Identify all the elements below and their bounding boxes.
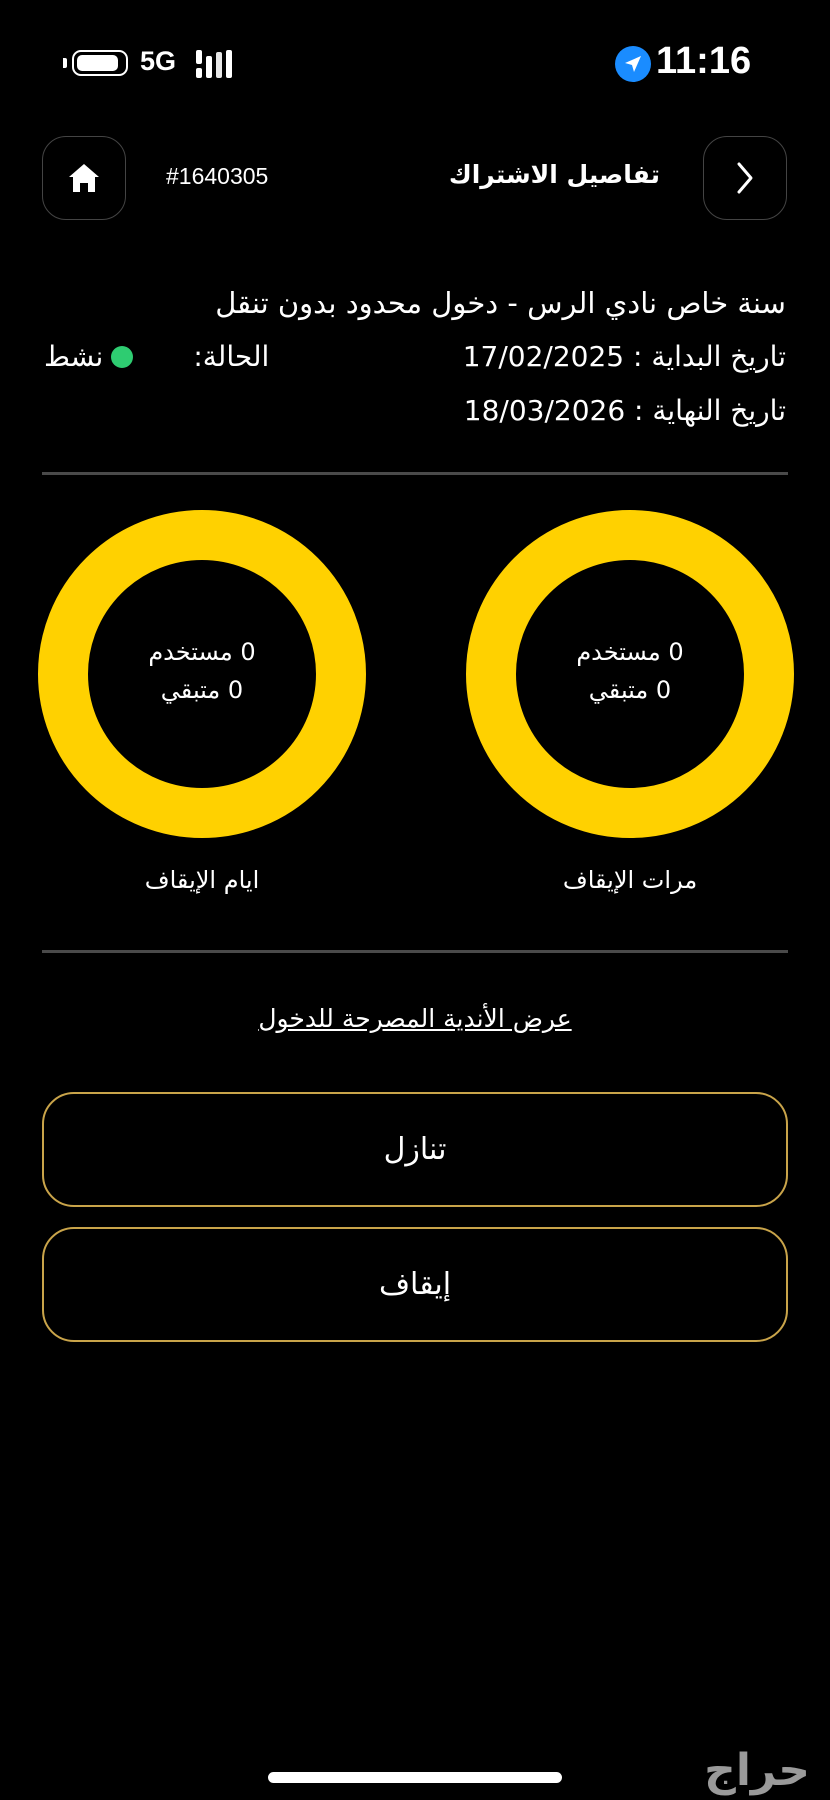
transfer-button[interactable]: تنازل xyxy=(42,1092,788,1207)
freeze-times-label: مرات الإيقاف xyxy=(562,866,698,894)
clock: 11:16 xyxy=(656,40,752,82)
plan-name: سنة خاص نادي الرس - دخول محدود بدون تنقل xyxy=(215,286,786,320)
subscription-number: #1640305 xyxy=(166,163,269,189)
chevron-right-icon xyxy=(737,162,753,194)
home-icon xyxy=(69,164,99,192)
signal-icon xyxy=(196,50,238,78)
battery-tip xyxy=(63,58,67,68)
page-title: تفاصيل الاشتراك xyxy=(448,160,660,189)
start-date-label: تاريخ البداية : xyxy=(633,340,786,373)
location-arrow-icon xyxy=(615,46,651,82)
end-date-label: تاريخ النهاية : xyxy=(634,394,786,427)
freeze-times-values: 0 مستخدم 0 متبقي xyxy=(466,633,794,709)
freeze-times-used: 0 مستخدم xyxy=(576,638,684,666)
freeze-days-label: ايام الإيقاف xyxy=(144,866,260,894)
start-date-value: 17/02/2025 xyxy=(462,340,625,373)
divider xyxy=(42,472,788,475)
status-dot-icon xyxy=(111,345,134,368)
back-button[interactable] xyxy=(703,136,787,220)
status-label: الحالة: xyxy=(193,340,270,373)
end-date-row: تاريخ النهاية : 18/03/2026 xyxy=(464,394,786,427)
watermark-logo: حراج xyxy=(704,1745,810,1796)
start-date-row: تاريخ البداية : 17/02/2025 xyxy=(463,340,786,373)
allowed-clubs-link[interactable]: عرض الأندية المصرحة للدخول xyxy=(0,1004,830,1033)
home-button[interactable] xyxy=(42,136,126,220)
freeze-times-remaining: 0 متبقي xyxy=(588,676,672,704)
freeze-days-remaining: 0 متبقي xyxy=(160,676,244,704)
status-row: الحالة: نشط xyxy=(44,340,269,373)
status-value: نشط xyxy=(44,340,104,373)
freeze-days-values: 0 مستخدم 0 متبقي xyxy=(38,633,366,709)
battery-icon xyxy=(72,50,128,76)
freeze-days-used: 0 مستخدم xyxy=(148,638,256,666)
divider xyxy=(42,950,788,953)
status-bar: 5G 11:16 xyxy=(0,40,830,84)
end-date-value: 18/03/2026 xyxy=(463,394,626,427)
home-indicator[interactable] xyxy=(268,1772,562,1783)
pause-button[interactable]: إيقاف xyxy=(42,1227,788,1342)
network-type: 5G xyxy=(140,46,177,76)
